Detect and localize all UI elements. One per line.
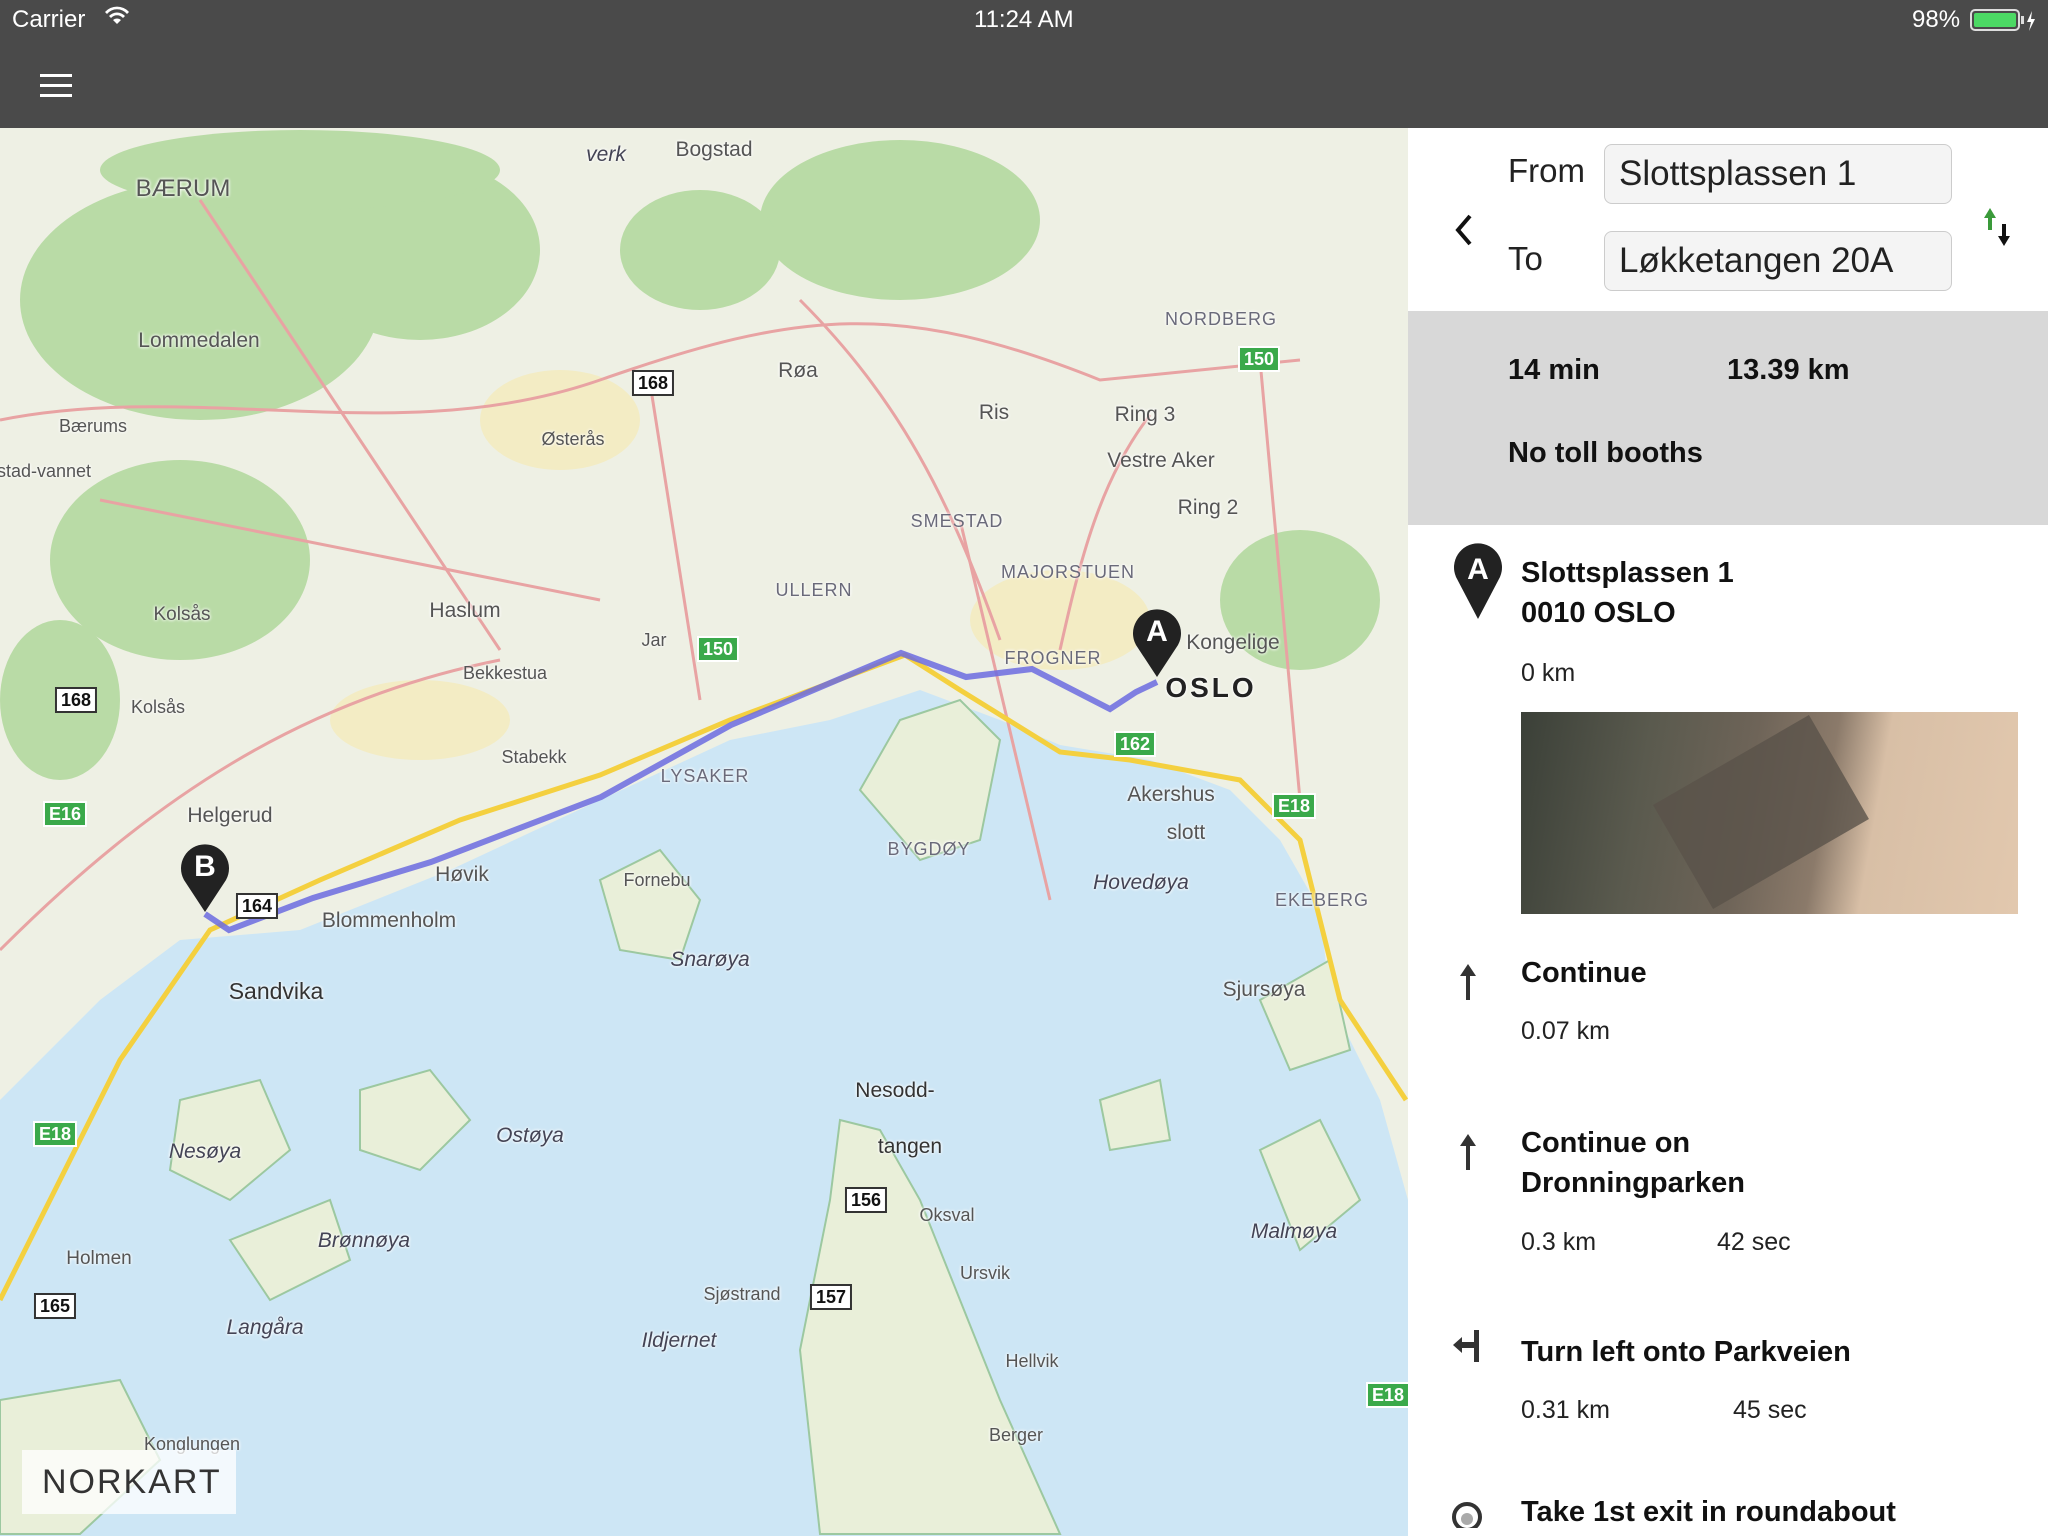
road-shield: 168: [54, 687, 98, 713]
map-label: Kongelige: [1186, 631, 1280, 654]
roundabout-icon: [1450, 1500, 1484, 1528]
navigation-bar: [0, 40, 2048, 128]
arrow-up-icon: [1456, 962, 1480, 1002]
road-shield: 157: [809, 1284, 853, 1310]
map-label: Malmøya: [1250, 1220, 1338, 1243]
map-label: Langåra: [226, 1316, 304, 1339]
map-label: Oksval: [919, 1205, 975, 1225]
road-shield: 165: [33, 1293, 77, 1319]
hamburger-icon[interactable]: [40, 74, 72, 98]
map-label: MAJORSTUEN: [1000, 562, 1136, 582]
turn-left-icon: [1452, 1330, 1482, 1364]
map-label: Stabekk: [501, 747, 567, 767]
map-label: SMESTAD: [910, 511, 1004, 531]
map-label: tangen: [877, 1135, 943, 1158]
battery-percent: 98%: [1912, 6, 1961, 33]
wifi-icon: [102, 4, 132, 28]
map-label: Bekkestua: [462, 663, 548, 683]
map-label: Jar: [641, 630, 667, 650]
road-shield: E18: [32, 1121, 78, 1147]
map-label: BYGDØY: [887, 839, 971, 859]
map-label: Vestre Aker: [1107, 449, 1215, 472]
map-label: Sjøstrand: [703, 1284, 781, 1304]
map-label: Snarøya: [670, 948, 750, 971]
map-view[interactable]: verk BÆRUM Bogstad Lommedalen Bærums Øst…: [0, 128, 1408, 1536]
map-label: slott: [1166, 821, 1206, 844]
step-list: Continue 0.07 km Continue on Dronningpar…: [1408, 128, 2048, 1528]
map-label: EKEBERG: [1274, 890, 1370, 910]
map-label: verk: [586, 143, 626, 166]
directions-panel: From To 14 min 13.39 km No toll booths A…: [1408, 128, 2048, 1536]
map-label: Ris: [978, 401, 1010, 424]
map-label: Bærums: [58, 416, 128, 436]
map-label: Nesodd-: [855, 1079, 935, 1102]
map-label: Bogstad-vannet: [0, 461, 92, 481]
map-label: Kolsås: [130, 697, 186, 717]
road-shield: E18: [1271, 793, 1317, 819]
road-shield: E18: [1365, 1382, 1408, 1408]
step-title: Continue on Dronningparken: [1521, 1127, 1745, 1199]
map-label: Hovedøya: [1093, 871, 1189, 894]
battery-icon: [1970, 9, 2040, 33]
map-label: Hellvik: [1005, 1351, 1059, 1371]
map-label: Berger: [988, 1425, 1044, 1445]
road-shield: 162: [1113, 731, 1157, 757]
step-title: Take 1st exit in roundabout: [1521, 1496, 1896, 1528]
step-title: Continue: [1521, 957, 1647, 989]
map-label: FROGNER: [1004, 648, 1102, 668]
road-shield: E16: [42, 801, 88, 827]
map-label: Holmen: [66, 1248, 132, 1269]
map-label: Brønnøya: [317, 1229, 411, 1252]
map-label: Lommedalen: [138, 329, 260, 352]
map-label: NORDBERG: [1164, 309, 1278, 329]
map-label: Ursvik: [960, 1263, 1010, 1283]
map-label: Kolsås: [153, 604, 211, 625]
step-time: 42 sec: [1717, 1228, 1791, 1256]
map-label: Ostøya: [496, 1124, 564, 1147]
map-label: Akershus: [1127, 783, 1215, 806]
road-shield: 168: [631, 370, 675, 396]
step-distance: 0.07 km: [1521, 1017, 1610, 1045]
step-distance: 0.31 km: [1521, 1396, 1610, 1424]
map-label: Helgerud: [187, 804, 273, 827]
map-label: Blommenholm: [321, 909, 457, 932]
map-label: Sandvika: [228, 978, 324, 1004]
map-label: LYSAKER: [660, 766, 750, 786]
step-time: 45 sec: [1733, 1396, 1807, 1424]
map-label: Bogstad: [675, 138, 753, 161]
road-shield: 164: [235, 893, 279, 919]
step-title: Turn left onto Parkveien: [1521, 1336, 1851, 1368]
marker-b[interactable]: B: [178, 844, 232, 914]
map-label: Nesøya: [168, 1140, 242, 1163]
step-distance: 0.3 km: [1521, 1228, 1597, 1256]
map-label: Fornebu: [623, 870, 691, 890]
status-bar: Carrier 11:24 AM 98%: [0, 0, 2048, 40]
marker-a[interactable]: A: [1130, 609, 1184, 679]
norkart-logo: NORKART: [22, 1450, 236, 1514]
map-label: Ildjernet: [641, 1329, 717, 1352]
map-label: ULLERN: [775, 580, 853, 600]
road-shield: 150: [1237, 346, 1281, 372]
road-shield: 150: [696, 636, 740, 662]
map-label: Ring 2: [1177, 496, 1239, 519]
map-label: Østerås: [541, 429, 605, 449]
map-label: Sjursøya: [1222, 978, 1306, 1001]
map-label: Høvik: [435, 863, 489, 886]
clock: 11:24 AM: [974, 6, 1074, 33]
map-label: Ring 3: [1114, 403, 1176, 426]
road-shield: 156: [844, 1187, 888, 1213]
carrier: Carrier: [12, 6, 86, 33]
map-label: Røa: [778, 359, 818, 382]
map-label: Haslum: [429, 599, 501, 622]
arrow-up-icon: [1456, 1132, 1480, 1172]
map-label: BÆRUM: [135, 175, 231, 202]
